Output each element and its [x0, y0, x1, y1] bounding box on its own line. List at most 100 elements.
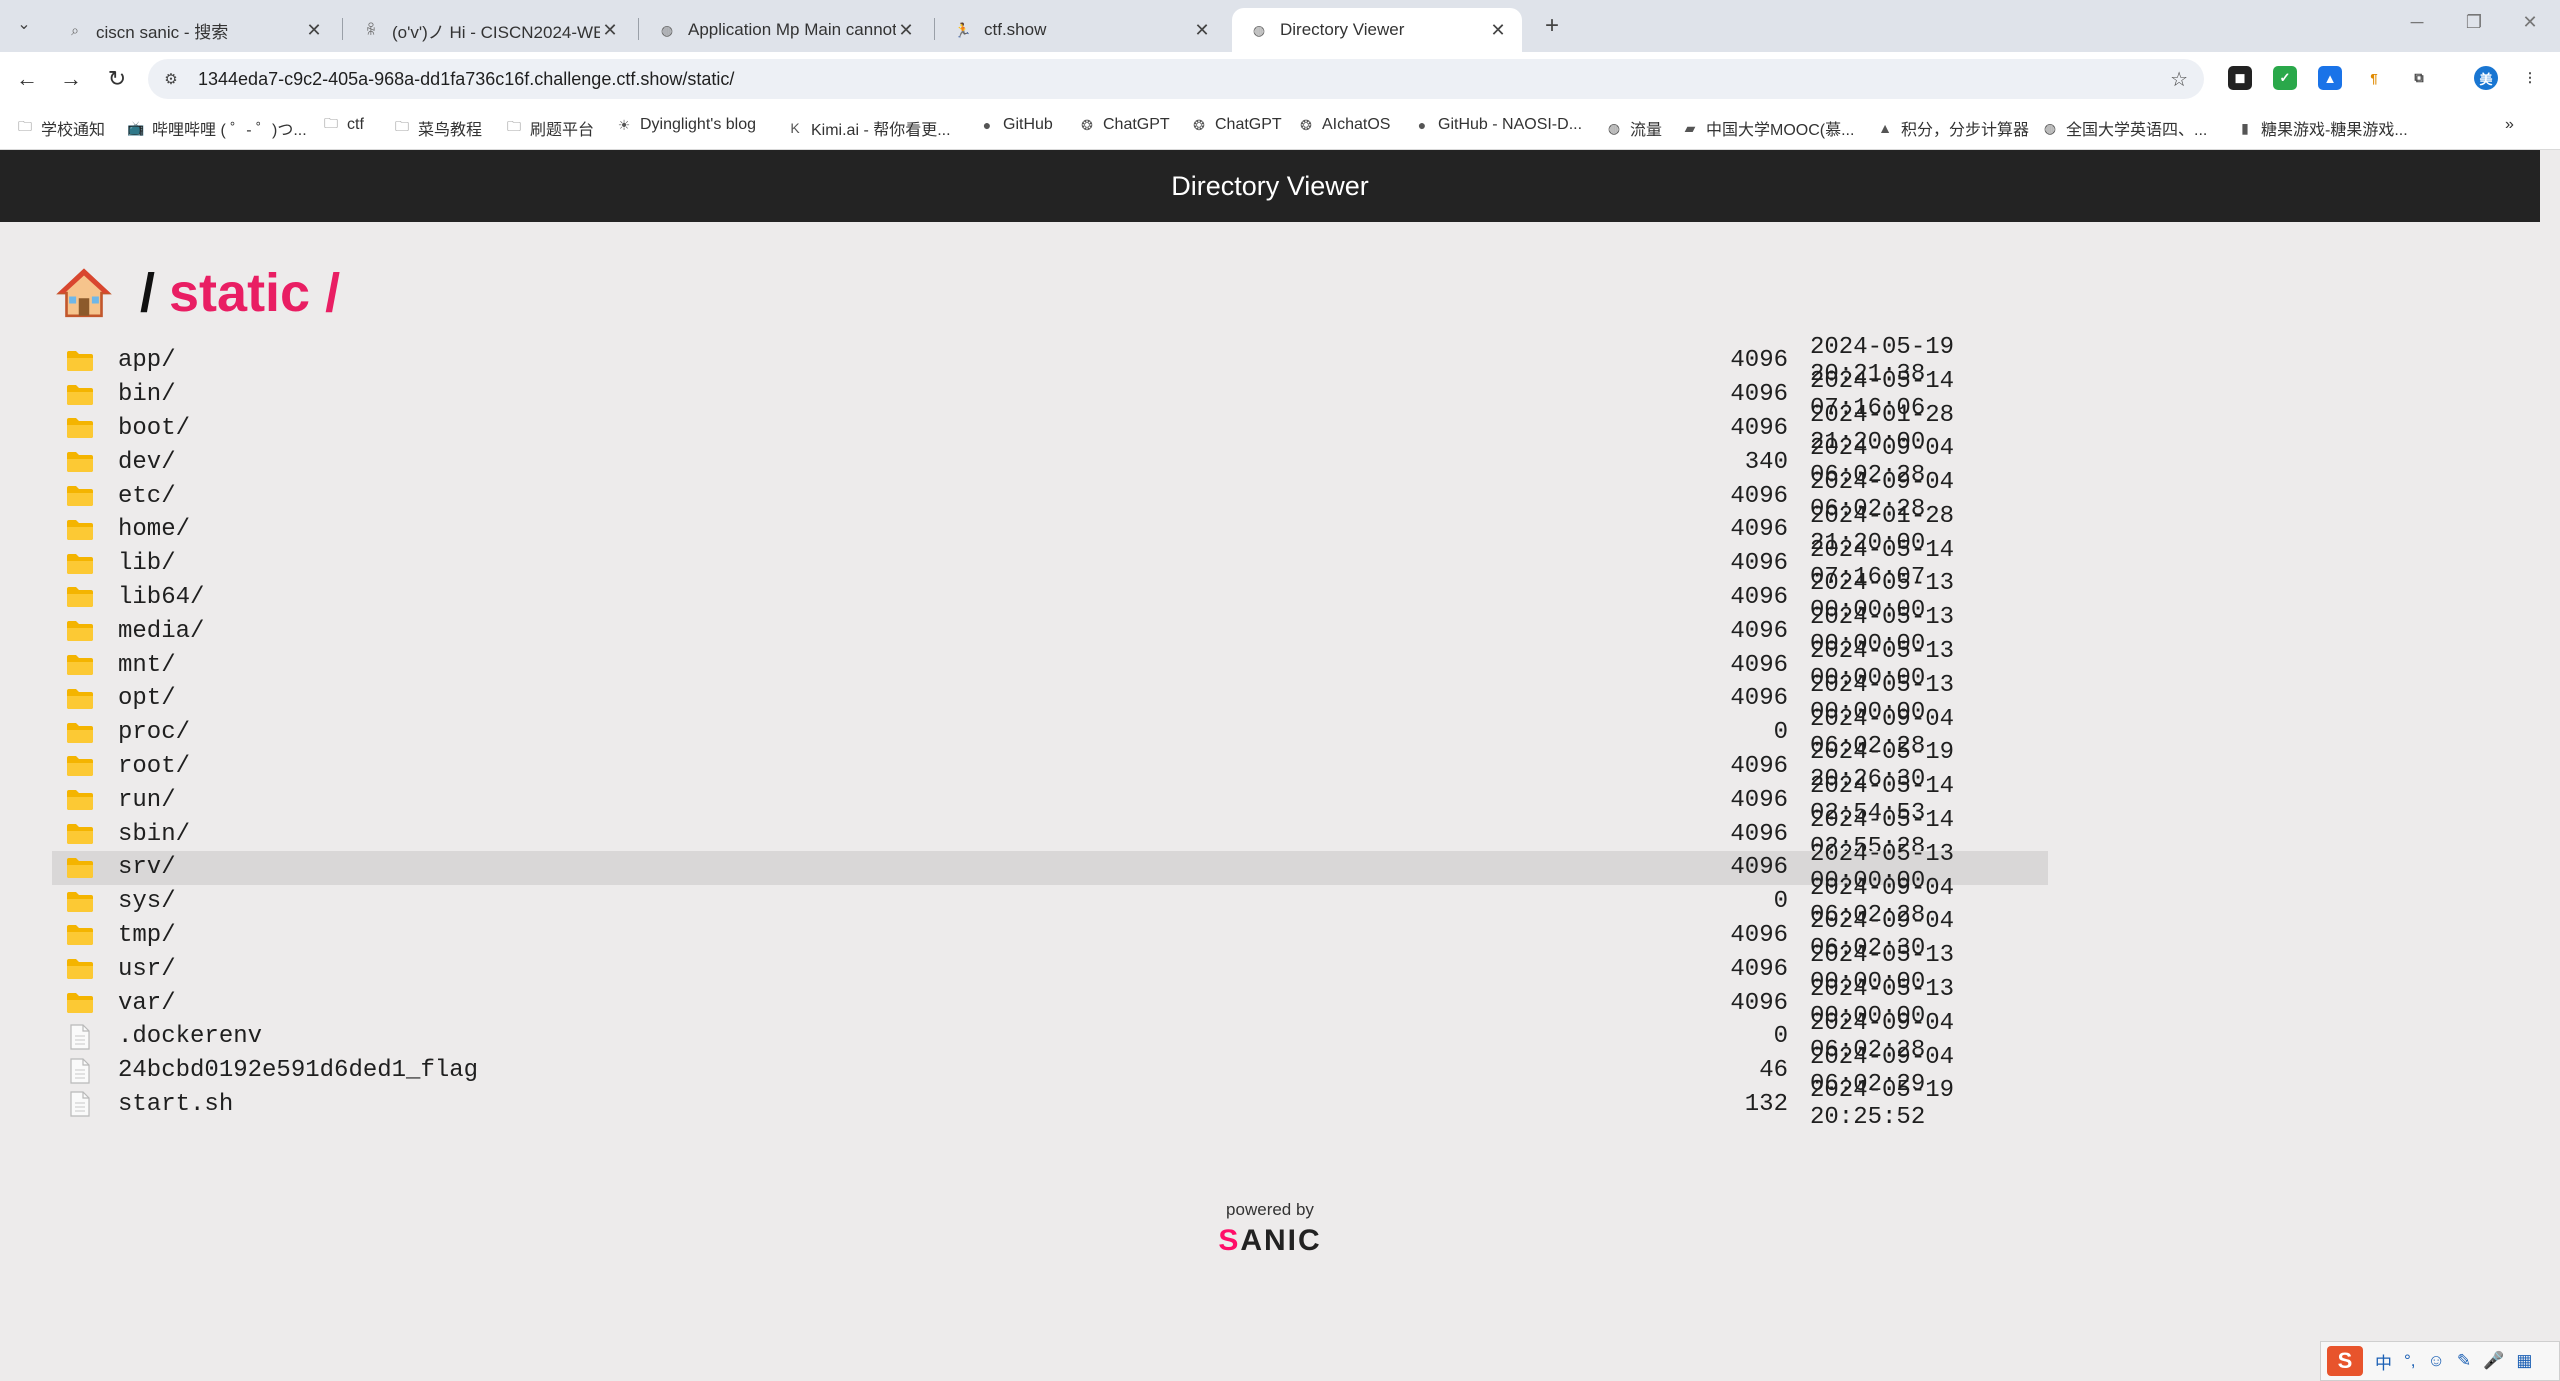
directory-row[interactable]: app/4096 2024-05-19 20:21:38 [52, 334, 2048, 388]
puzzle-icon[interactable]: ⧉ [2407, 66, 2431, 90]
tab-close-icon[interactable]: ✕ [600, 20, 620, 41]
entry-name-link[interactable]: var/ [118, 990, 1648, 1017]
directory-row[interactable]: usr/4096 2024-05-13 00:00:00 [52, 942, 2048, 996]
tab-search-button[interactable]: ⌄ [10, 10, 38, 38]
emoji-icon[interactable]: ☺ [2428, 1351, 2445, 1371]
bookmark-star-icon[interactable]: ☆ [2170, 67, 2188, 92]
pen-icon[interactable]: ✎ [2457, 1351, 2471, 1371]
entry-name-link[interactable]: start.sh [118, 1091, 1648, 1118]
bookmark-item[interactable]: ❂ AIchatOS [1297, 116, 1390, 134]
entry-name-link[interactable]: app/ [118, 347, 1648, 374]
entry-name-link[interactable]: media/ [118, 618, 1648, 645]
entry-name-link[interactable]: bin/ [118, 381, 1648, 408]
file-row[interactable]: 24bcbd0192e591d6ded1_flag 46 2024-09-04 06… [52, 1044, 2048, 1098]
bookmark-item[interactable]: ◍ 流量 [1605, 116, 1662, 140]
bookmark-item[interactable]: 🗀 学校通知 [16, 116, 105, 140]
microphone-icon[interactable]: 🎤 [2483, 1351, 2504, 1371]
bookmark-item[interactable]: ● GitHub - NAOSI-D... [1413, 116, 1582, 134]
directory-row[interactable]: lib64/4096 2024-05-13 00:00:00 [52, 570, 2048, 624]
entry-name-link[interactable]: lib/ [118, 550, 1648, 577]
close-window-icon[interactable]: ✕ [2510, 12, 2550, 33]
bookmark-item[interactable]: ◍ 全国大学英语四、... [2041, 116, 2207, 140]
directory-row[interactable]: media/4096 2024-05-13 00:00:00 [52, 604, 2048, 658]
entry-name-link[interactable]: proc/ [118, 719, 1648, 746]
reload-button[interactable]: ↻ [102, 64, 132, 94]
directory-row[interactable]: proc/0 2024-09-04 06:02:28 [52, 706, 2048, 760]
shield-extension-icon[interactable]: ✓ [2273, 66, 2297, 90]
entry-name-link[interactable]: tmp/ [118, 922, 1648, 949]
minimize-icon[interactable]: ─ [2397, 12, 2437, 33]
directory-row[interactable]: dev/340 2024-09-04 06:02:28 [52, 435, 2048, 489]
entry-name-link[interactable]: lib64/ [118, 584, 1648, 611]
bookmark-item[interactable]: ● GitHub [978, 116, 1053, 134]
home-icon[interactable] [56, 265, 112, 321]
entry-name-link[interactable]: run/ [118, 787, 1648, 814]
tab-close-icon[interactable]: ✕ [896, 20, 916, 41]
forward-button[interactable]: → [56, 64, 86, 94]
toolbox-icon[interactable]: ▦ [2516, 1351, 2532, 1371]
tab-close-icon[interactable]: ✕ [1488, 20, 1508, 41]
directory-row[interactable]: srv/4096 2024-05-13 00:00:00 [52, 841, 2048, 895]
entry-name-link[interactable]: home/ [118, 516, 1648, 543]
entry-name-link[interactable]: etc/ [118, 483, 1648, 510]
more-menu-icon[interactable]: ⋮ [2518, 66, 2542, 90]
entry-name-link[interactable]: root/ [118, 753, 1648, 780]
browser-tab[interactable]: ◍ Directory Viewer ✕ [1232, 8, 1522, 52]
directory-row[interactable]: opt/4096 2024-05-13 00:00:00 [52, 672, 2048, 726]
breadcrumb-current-dir[interactable]: static / [169, 262, 340, 324]
scrollbar[interactable] [2540, 150, 2560, 1381]
browser-tab[interactable]: 🏃 ctf.show ✕ [936, 8, 1226, 52]
entry-name-link[interactable]: mnt/ [118, 652, 1648, 679]
profile-avatar[interactable]: 美 [2474, 66, 2498, 90]
bookmark-item[interactable]: K Kimi.ai - 帮你看更... [786, 116, 950, 140]
address-bar[interactable]: ⚙ 1344eda7-c9c2-405a-968a-dd1fa736c16f.c… [148, 59, 2204, 99]
directory-row[interactable]: tmp/4096 2024-09-04 06:02:30 [52, 908, 2048, 962]
entry-name-link[interactable]: sys/ [118, 888, 1648, 915]
more-bookmarks-icon[interactable]: » [2505, 116, 2514, 134]
directory-row[interactable]: etc/4096 2024-09-04 06:02:28 [52, 469, 2048, 523]
directory-row[interactable]: var/4096 2024-05-13 00:00:00 [52, 976, 2048, 1030]
file-row[interactable]: start.sh 132 2024-05-19 20:25:52 [52, 1077, 2048, 1131]
extension-icon[interactable]: ◼ [2228, 66, 2252, 90]
directory-row[interactable]: root/4096 2024-05-19 20:26:30 [52, 739, 2048, 793]
sanic-logo[interactable]: SANIC [1170, 1224, 1370, 1258]
entry-name-link[interactable]: usr/ [118, 956, 1648, 983]
back-button[interactable]: ← [12, 64, 42, 94]
directory-row[interactable]: home/4096 2024-01-28 21:20:00 [52, 503, 2048, 557]
file-row[interactable]: .dockerenv 0 2024-09-04 06:02:28 [52, 1010, 2048, 1064]
bookmark-item[interactable]: ▲ 积分，分步计算器 [1876, 116, 2029, 140]
bookmark-item[interactable]: 📺 哔哩哔哩 ( ゜- ゜)つ... [127, 116, 306, 140]
directory-row[interactable]: mnt/4096 2024-05-13 00:00:00 [52, 638, 2048, 692]
directory-row[interactable]: lib/4096 2024-05-14 07:16:07 [52, 537, 2048, 591]
tab-close-icon[interactable]: ✕ [1192, 20, 1212, 41]
site-info-icon[interactable]: ⚙ [160, 70, 182, 88]
sogou-icon[interactable]: S [2327, 1346, 2363, 1376]
directory-row[interactable]: sbin/4096 2024-05-14 02:55:28 [52, 807, 2048, 861]
new-tab-button[interactable]: + [1545, 12, 1559, 40]
entry-name-link[interactable]: srv/ [118, 854, 1648, 881]
extension-icon[interactable]: ▲ [2318, 66, 2342, 90]
extension-icon[interactable]: ¶ [2362, 66, 2386, 90]
bookmark-item[interactable]: 🗀 刷题平台 [505, 116, 594, 140]
ime-language-toggle[interactable]: 中 [2375, 1349, 2392, 1374]
entry-name-link[interactable]: opt/ [118, 685, 1648, 712]
bookmark-item[interactable]: ☀ Dyinglight's blog [615, 116, 756, 134]
bookmark-item[interactable]: ❂ ChatGPT [1078, 116, 1170, 134]
entry-name-link[interactable]: sbin/ [118, 821, 1648, 848]
browser-tab[interactable]: ꆜ (o'v')ノ Hi - CISCN2024-WEB ✕ [344, 8, 634, 52]
browser-tab[interactable]: ⌕ ciscn sanic - 搜索 ✕ [48, 8, 338, 52]
entry-name-link[interactable]: boot/ [118, 415, 1648, 442]
entry-name-link[interactable]: dev/ [118, 449, 1648, 476]
bookmark-item[interactable]: 🗀 ctf [322, 115, 364, 134]
bookmark-item[interactable]: ▮ 糖果游戏-糖果游戏... [2236, 116, 2408, 140]
restore-icon[interactable]: ❐ [2454, 12, 2494, 33]
url-text[interactable]: 1344eda7-c9c2-405a-968a-dd1fa736c16f.cha… [198, 69, 734, 90]
entry-name-link[interactable]: .dockerenv [118, 1023, 1648, 1050]
punctuation-icon[interactable]: °, [2404, 1351, 2416, 1371]
entry-name-link[interactable]: 24bcbd0192e591d6ded1_flag [118, 1057, 1648, 1084]
directory-row[interactable]: sys/0 2024-09-04 06:02:28 [52, 875, 2048, 929]
bookmark-item[interactable]: ❂ ChatGPT [1190, 116, 1282, 134]
directory-row[interactable]: bin/4096 2024-05-14 07:16:06 [52, 368, 2048, 422]
tab-close-icon[interactable]: ✕ [304, 20, 324, 41]
bookmark-item[interactable]: ▰ 中国大学MOOC(慕... [1681, 116, 1855, 140]
